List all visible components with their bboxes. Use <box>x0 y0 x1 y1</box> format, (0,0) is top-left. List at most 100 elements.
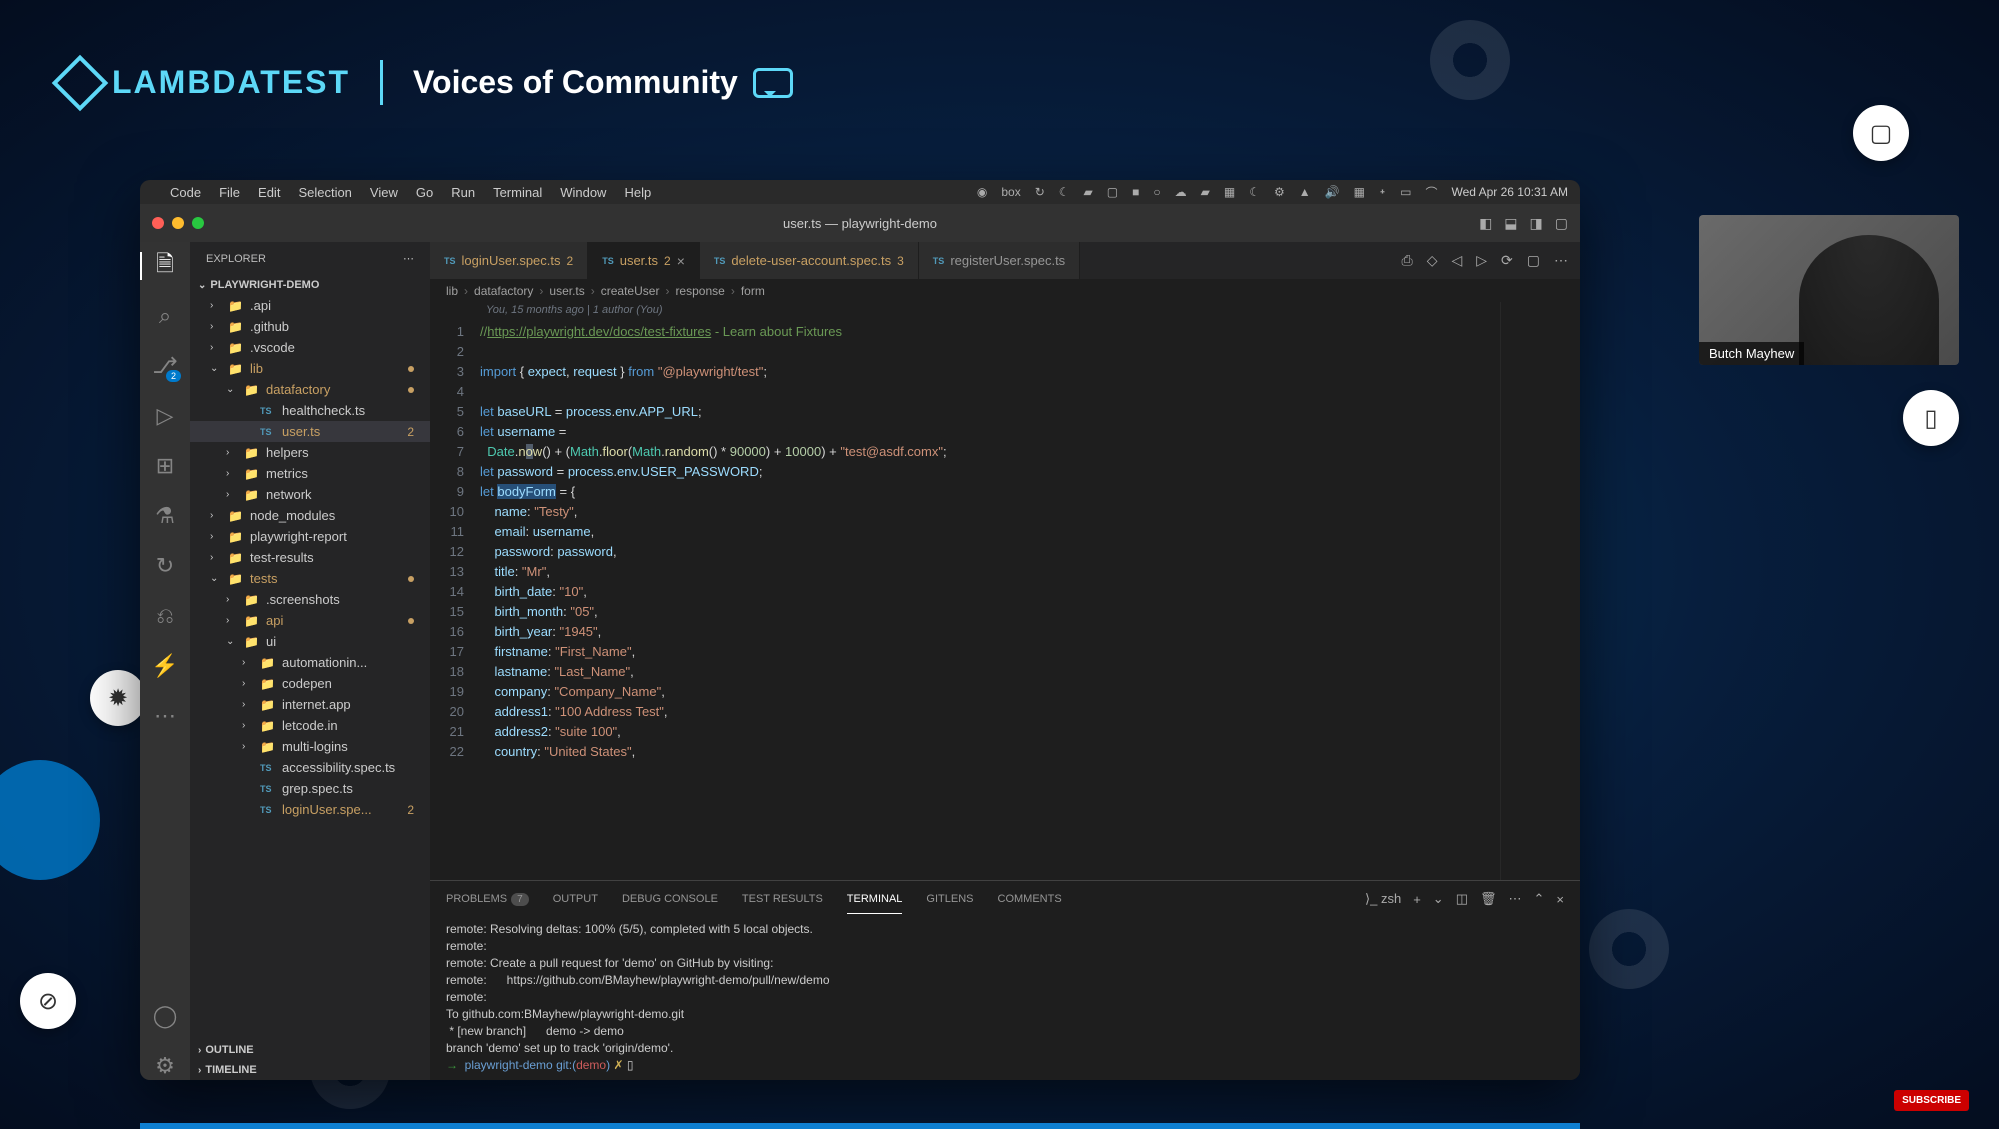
volume-icon[interactable]: 🔊 <box>1325 185 1340 199</box>
code-line[interactable]: country: "United States", <box>480 742 1500 762</box>
tree-item-metrics[interactable]: ›📁metrics <box>190 463 430 484</box>
panel-tab-comments[interactable]: COMMENTS <box>998 885 1062 913</box>
layout-sidebar-icon[interactable]: ◧ <box>1479 215 1492 232</box>
grid-icon[interactable]: ▦ <box>1224 185 1235 199</box>
tree-item--api[interactable]: ›📁.api <box>190 295 430 316</box>
panel-tab-debug-console[interactable]: DEBUG CONSOLE <box>622 885 718 913</box>
sync-icon[interactable]: ↻ <box>1035 185 1045 199</box>
more-icon[interactable]: ⋯ <box>151 702 179 730</box>
subscribe-button[interactable]: SUBSCRIBE <box>1894 1090 1969 1111</box>
timeline-section[interactable]: › TIMELINE <box>190 1060 430 1080</box>
source-control-icon[interactable]: ⎇2 <box>151 352 179 380</box>
editor-action-icon[interactable]: ⟳ <box>1501 252 1513 269</box>
extensions-icon[interactable]: ⊞ <box>151 452 179 480</box>
tree-item-node-modules[interactable]: ›📁node_modules <box>190 505 430 526</box>
sidebar-project-header[interactable]: ⌄ PLAYWRIGHT-DEMO <box>190 275 430 295</box>
code-line[interactable]: address2: "suite 100", <box>480 722 1500 742</box>
wifi-icon[interactable]: ⌒ <box>1425 184 1437 201</box>
battery-icon[interactable]: ▭ <box>1400 185 1411 199</box>
app-icon[interactable]: ▰ <box>1201 185 1210 199</box>
tree-item-letcode-in[interactable]: ›📁letcode.in <box>190 715 430 736</box>
panel-action-icon[interactable]: ◫ <box>1456 891 1468 907</box>
panel-action-icon[interactable]: × <box>1556 892 1564 907</box>
account-icon[interactable]: ◯ <box>151 1002 179 1030</box>
layout-customize-icon[interactable]: ▢ <box>1555 215 1568 232</box>
code-line[interactable]: name: "Testy", <box>480 502 1500 522</box>
docker-icon[interactable]: ▰ <box>1084 185 1093 199</box>
editor-tab-registeruser-spec-ts[interactable]: TSregisterUser.spec.ts <box>919 242 1080 279</box>
display-icon[interactable]: ▢ <box>1107 185 1118 199</box>
tree-item-codepen[interactable]: ›📁codepen <box>190 673 430 694</box>
code-line[interactable]: birth_year: "1945", <box>480 622 1500 642</box>
tree-item-multi-logins[interactable]: ›📁multi-logins <box>190 736 430 757</box>
macos-menu-item[interactable]: Selection <box>298 185 351 200</box>
macos-menu-item[interactable]: Terminal <box>493 185 542 200</box>
editor-action-icon[interactable]: ◁ <box>1451 252 1462 269</box>
editor-action-icon[interactable]: ▢ <box>1527 252 1540 269</box>
panel-action-icon[interactable]: ⌄ <box>1433 891 1444 907</box>
breadcrumb-item[interactable]: form <box>741 284 765 298</box>
panel-action-icon[interactable]: ⋯ <box>1509 891 1522 907</box>
check-icon[interactable]: ⊘ <box>20 973 76 1029</box>
moon-icon[interactable]: ☾ <box>1059 185 1070 199</box>
tree-item-network[interactable]: ›📁network <box>190 484 430 505</box>
code-line[interactable]: let password = process.env.USER_PASSWORD… <box>480 462 1500 482</box>
code-area[interactable]: //https://playwright.dev/docs/test-fixtu… <box>480 302 1500 880</box>
panel-tab-terminal[interactable]: TERMINAL <box>847 885 903 914</box>
panel-tab-problems[interactable]: PROBLEMS7 <box>446 885 529 913</box>
macos-datetime[interactable]: Wed Apr 26 10:31 AM <box>1451 185 1568 199</box>
minimize-window-button[interactable] <box>172 217 184 229</box>
code-line[interactable]: company: "Company_Name", <box>480 682 1500 702</box>
code-line[interactable]: email: username, <box>480 522 1500 542</box>
minimap[interactable] <box>1500 302 1580 880</box>
tray-icon[interactable]: ▦ <box>1354 185 1365 199</box>
notification-icon[interactable]: ▲ <box>1299 185 1311 199</box>
explorer-icon[interactable]: 🗎 <box>151 252 179 280</box>
panel-action-icon[interactable]: ⌃ <box>1534 891 1545 907</box>
terminal-shell-selector[interactable]: ⟩_ zsh <box>1365 891 1401 907</box>
tree-item-grep-spec-ts[interactable]: TSgrep.spec.ts <box>190 778 430 799</box>
panel-tab-test-results[interactable]: TEST RESULTS <box>742 885 823 913</box>
macos-menu-item[interactable]: File <box>219 185 240 200</box>
panel-tab-gitlens[interactable]: GITLENS <box>926 885 973 913</box>
editor-tab-delete-user-account-spec-ts[interactable]: TSdelete-user-account.spec.ts3 <box>700 242 919 279</box>
circle-icon[interactable]: ○ <box>1153 185 1160 199</box>
tree-item-loginuser-spe---[interactable]: TSloginUser.spe...2 <box>190 799 430 820</box>
gitlens-icon[interactable]: ⎌ <box>151 602 179 630</box>
macos-menu-item[interactable]: Edit <box>258 185 280 200</box>
breadcrumb-item[interactable]: lib <box>446 284 458 298</box>
tree-item-api[interactable]: ›📁api <box>190 610 430 631</box>
layout-panel-icon[interactable]: ⬓ <box>1504 215 1517 232</box>
code-line[interactable]: let bodyForm = { <box>480 482 1500 502</box>
thunder-icon[interactable]: ⚡ <box>151 652 179 680</box>
breadcrumb-item[interactable]: user.ts <box>549 284 584 298</box>
tree-item-tests[interactable]: ⌄📁tests <box>190 568 430 589</box>
timeline-icon[interactable]: ↻ <box>151 552 179 580</box>
tree-item-datafactory[interactable]: ⌄📁datafactory <box>190 379 430 400</box>
bug-icon[interactable]: ✹ <box>90 670 146 726</box>
breadcrumb[interactable]: lib›datafactory›user.ts›createUser›respo… <box>430 280 1580 302</box>
code-line[interactable]: birth_date: "10", <box>480 582 1500 602</box>
code-line[interactable]: lastname: "Last_Name", <box>480 662 1500 682</box>
breadcrumb-item[interactable]: response <box>675 284 724 298</box>
editor-action-icon[interactable]: ◇ <box>1427 252 1438 269</box>
panel-action-icon[interactable]: + <box>1413 892 1421 907</box>
settings-icon[interactable]: ⚙ <box>151 1052 179 1080</box>
macos-menu-item[interactable]: View <box>370 185 398 200</box>
tree-item--vscode[interactable]: ›📁.vscode <box>190 337 430 358</box>
code-line[interactable]: let username = <box>480 422 1500 442</box>
terminal-content[interactable]: remote: Resolving deltas: 100% (5/5), co… <box>430 917 1580 1080</box>
macos-menu-item[interactable]: Code <box>170 185 201 200</box>
box-label[interactable]: box <box>1001 185 1020 199</box>
tree-item-accessibility-spec-ts[interactable]: TSaccessibility.spec.ts <box>190 757 430 778</box>
testing-icon[interactable]: ⚗ <box>151 502 179 530</box>
code-line[interactable]: Date.now() + (Math.floor(Math.random() *… <box>480 442 1500 462</box>
tree-item-playwright-report[interactable]: ›📁playwright-report <box>190 526 430 547</box>
tree-item-healthcheck-ts[interactable]: TShealthcheck.ts <box>190 400 430 421</box>
code-line[interactable] <box>480 342 1500 362</box>
run-debug-icon[interactable]: ▷ <box>151 402 179 430</box>
close-window-button[interactable] <box>152 217 164 229</box>
tree-item--screenshots[interactable]: ›📁.screenshots <box>190 589 430 610</box>
close-icon[interactable]: × <box>677 253 685 269</box>
tree-item-helpers[interactable]: ›📁helpers <box>190 442 430 463</box>
